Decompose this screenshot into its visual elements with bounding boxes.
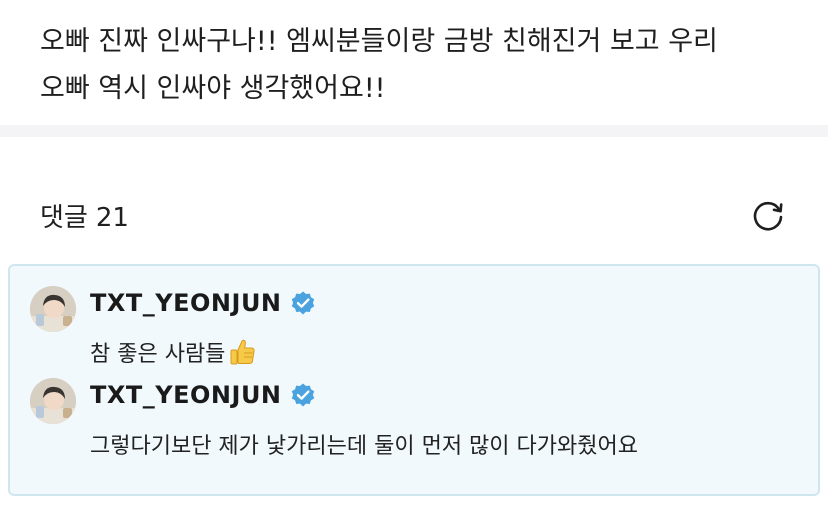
post-text: 오빠 진짜 인싸구나!! 엠씨분들이랑 금방 친해진거 보고 우리 오빠 역시 … [40, 18, 788, 112]
reply-text: 그렇다기보단 제가 낯가리는데 둘이 먼저 많이 다가와줬어요 [90, 428, 638, 460]
author-row: TXT_YEONJUN [90, 378, 316, 412]
comments-header: 댓글 21 [40, 193, 788, 237]
thumbs-up-icon [230, 339, 256, 365]
avatar-image [30, 286, 76, 332]
author-row: TXT_YEONJUN [90, 286, 316, 320]
reply-text-content: 참 좋은 사람들 [90, 342, 226, 367]
post-text-line-1: 오빠 진짜 인싸구나!! 엠씨분들이랑 금방 친해진거 보고 우리 [40, 26, 718, 57]
avatar-image [30, 378, 76, 424]
artist-reply-box: TXT_YEONJUN 참 좋은 사람들 TXT_YEONJUN 그렇다기보단 … [8, 264, 820, 496]
refresh-icon [753, 201, 783, 231]
post-text-line-2: 오빠 역시 인싸야 생각했어요!! [40, 73, 386, 104]
author-name[interactable]: TXT_YEONJUN [90, 381, 282, 409]
comments-count: 21 [95, 202, 129, 233]
comments-label: 댓글 [40, 202, 88, 233]
comments-title: 댓글 21 [40, 197, 129, 234]
section-divider [0, 125, 828, 137]
avatar[interactable] [30, 286, 76, 332]
author-name[interactable]: TXT_YEONJUN [90, 289, 282, 317]
reply-text-content: 그렇다기보단 제가 낯가리는데 둘이 먼저 많이 다가와줬어요 [90, 434, 638, 459]
refresh-button[interactable] [748, 195, 788, 235]
verified-badge-icon [291, 383, 314, 407]
avatar[interactable] [30, 378, 76, 424]
reply-text: 참 좋은 사람들 [90, 336, 257, 368]
verified-badge-icon [291, 291, 314, 315]
post-body: 오빠 진짜 인싸구나!! 엠씨분들이랑 금방 친해진거 보고 우리 오빠 역시 … [0, 0, 828, 125]
